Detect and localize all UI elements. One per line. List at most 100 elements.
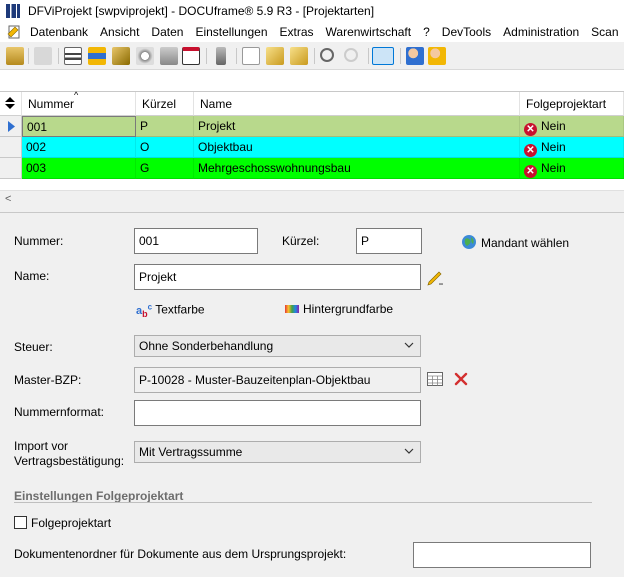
menu-scan[interactable]: Scan	[591, 25, 618, 39]
table-row[interactable]: 001 P Projekt ✕ Nein	[0, 116, 624, 137]
scroll-left-button[interactable]: <	[5, 193, 11, 205]
steuer-label: Steuer:	[14, 340, 53, 354]
master-bzp-label: Master-BZP:	[14, 373, 82, 387]
cell-folgeprojektart-value: Nein	[541, 119, 566, 133]
move-folder-icon[interactable]	[290, 47, 308, 65]
table-row[interactable]: 003 G Mehrgeschosswohnungsbau ✕ Nein	[0, 158, 624, 179]
steuer-select[interactable]: Ohne Sonderbehandlung	[134, 335, 421, 357]
horizontal-scrollbar[interactable]: <	[0, 190, 624, 207]
cell-folgeprojektart[interactable]: ✕ Nein	[520, 137, 624, 158]
user-icon[interactable]	[406, 47, 424, 65]
row-selector[interactable]	[0, 158, 22, 179]
text-color-icon: abc	[136, 302, 153, 319]
menu-devtools[interactable]: DevTools	[442, 25, 491, 39]
open-folder-icon[interactable]	[6, 47, 24, 65]
cell-nummer[interactable]: 001	[22, 116, 136, 137]
new-folder-icon[interactable]	[266, 47, 284, 65]
cell-folgeprojektart-value: Nein	[541, 140, 566, 154]
title-bar: DFViProjekt [swpviprojekt] - DOCUframe® …	[0, 0, 624, 22]
menu-administration[interactable]: Administration	[503, 25, 579, 39]
kuerzel-label: Kürzel:	[282, 234, 320, 248]
row-selector[interactable]	[0, 137, 22, 158]
column-header-kuerzel[interactable]: Kürzel	[136, 92, 194, 116]
cell-folgeprojektart[interactable]: ✕ Nein	[520, 158, 624, 179]
chevron-down-icon	[404, 342, 414, 348]
hintergrundfarbe-button[interactable]: Hintergrundfarbe	[285, 302, 393, 316]
section-divider	[14, 502, 592, 503]
import-value: Mit Vertragssumme	[139, 445, 243, 459]
sort-ascending-icon: ^	[74, 90, 79, 100]
row-selector[interactable]	[0, 116, 22, 137]
cell-nummer[interactable]: 003	[22, 158, 136, 179]
cell-name[interactable]: Projekt	[194, 116, 520, 137]
phone-icon[interactable]	[216, 47, 226, 65]
steuer-value: Ohne Sonderbehandlung	[139, 339, 274, 353]
print-icon[interactable]	[34, 47, 52, 65]
mandant-label: Mandant wählen	[481, 236, 570, 250]
clear-icon[interactable]	[454, 372, 468, 386]
card-icon[interactable]	[64, 47, 82, 65]
master-bzp-field[interactable]: P-10028 - Muster-Bauzeitenplan-Objektbau	[134, 367, 421, 393]
cell-kuerzel[interactable]: O	[136, 137, 194, 158]
menu-ansicht[interactable]: Ansicht	[100, 25, 139, 39]
mandant-button[interactable]: Mandant wählen	[461, 234, 569, 250]
cell-name[interactable]: Objektbau	[194, 137, 520, 158]
name-field[interactable]: Projekt	[134, 264, 421, 290]
filter-bar[interactable]	[0, 70, 624, 92]
search-next-icon[interactable]	[344, 48, 358, 62]
folgeprojektart-checkbox[interactable]	[14, 516, 27, 529]
document-menu-icon[interactable]	[6, 25, 22, 39]
users-icon[interactable]	[428, 47, 446, 65]
background-color-icon	[285, 305, 299, 313]
section-title: Einstellungen Folgeprojektart	[14, 489, 184, 503]
nummer-field[interactable]: 001	[134, 228, 258, 254]
cell-kuerzel[interactable]: G	[136, 158, 194, 179]
toolbar	[0, 42, 624, 70]
column-header-name[interactable]: Name	[194, 92, 520, 116]
document-icon[interactable]	[242, 47, 260, 65]
window-title: DFViProjekt [swpviprojekt] - DOCUframe® …	[28, 4, 375, 18]
no-icon: ✕	[524, 144, 537, 157]
column-header-folgeprojektart[interactable]: Folgeprojektart	[520, 92, 624, 116]
edit-pencil-icon[interactable]	[426, 268, 444, 286]
nummernformat-field[interactable]	[134, 400, 421, 426]
menu-warenwirtschaft[interactable]: Warenwirtschaft	[326, 25, 412, 39]
textfarbe-button[interactable]: abc Textfarbe	[136, 302, 205, 319]
list-icon[interactable]	[88, 47, 106, 65]
dokumentenordner-label: Dokumentenordner für Dokumente aus dem U…	[14, 547, 347, 561]
folder-icon[interactable]	[112, 47, 130, 65]
cell-folgeprojektart-value: Nein	[541, 161, 566, 175]
table-row[interactable]: 002 O Objektbau ✕ Nein	[0, 137, 624, 158]
menu-extras[interactable]: Extras	[280, 25, 314, 39]
splitter[interactable]	[0, 207, 624, 213]
cell-kuerzel[interactable]: P	[136, 116, 194, 137]
data-grid: Nummer ^ Kürzel Name Folgeprojektart 001…	[0, 90, 624, 192]
menu-daten[interactable]: Daten	[151, 25, 183, 39]
sort-arrows-icon	[5, 97, 15, 109]
cell-folgeprojektart[interactable]: ✕ Nein	[520, 116, 624, 137]
menu-datenbank[interactable]: Datenbank	[30, 25, 88, 39]
cell-name[interactable]: Mehrgeschosswohnungsbau	[194, 158, 520, 179]
hintergrundfarbe-label: Hintergrundfarbe	[303, 302, 394, 316]
cell-nummer[interactable]: 002	[22, 137, 136, 158]
chevron-down-icon	[404, 448, 414, 454]
note-icon[interactable]	[160, 47, 178, 65]
folgeprojektart-checkbox-label[interactable]: Folgeprojektart	[31, 516, 111, 530]
menu-help[interactable]: ?	[423, 25, 430, 39]
import-select[interactable]: Mit Vertragssumme	[134, 441, 421, 463]
search-icon[interactable]	[320, 48, 334, 62]
import-label-line-1: Import vor	[14, 439, 69, 453]
current-row-icon	[8, 121, 15, 132]
attach-icon[interactable]	[136, 47, 154, 65]
nummernformat-label: Nummernformat:	[14, 405, 105, 419]
row-header-corner[interactable]	[0, 92, 22, 116]
dokumentenordner-field[interactable]	[413, 542, 591, 568]
menu-einstellungen[interactable]: Einstellungen	[195, 25, 267, 39]
calendar-icon[interactable]	[182, 47, 200, 65]
textfarbe-label: Textfarbe	[155, 302, 205, 317]
column-header-nummer[interactable]: Nummer ^	[22, 90, 136, 116]
no-icon: ✕	[524, 123, 537, 136]
table-picker-icon[interactable]	[427, 372, 443, 386]
kuerzel-field[interactable]: P	[356, 228, 422, 254]
form-view-icon[interactable]	[372, 47, 394, 65]
